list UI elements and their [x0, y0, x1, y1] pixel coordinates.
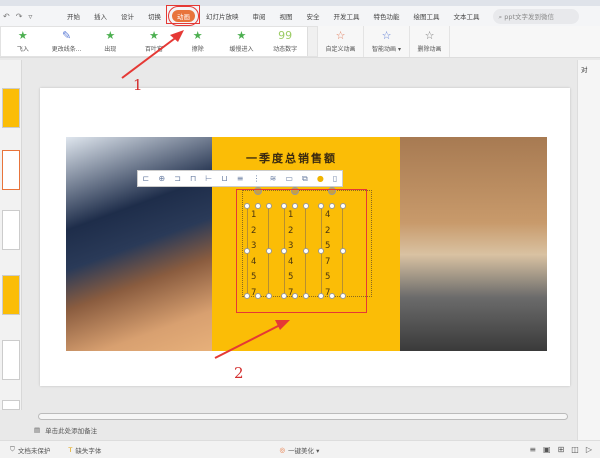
doc-protect-status[interactable]: 文档未保护 — [18, 445, 51, 455]
beautify-icon: ◎ — [279, 445, 286, 454]
missing-font-button[interactable]: 缺失字体 — [75, 445, 101, 455]
status-bar: ⛉ 文档未保护 T 缺失字体 ◎ 一键美化 ▾ ≡ ▣ ⊞ ◫ ▷ — [0, 440, 600, 458]
horizontal-scrollbar[interactable] — [38, 413, 568, 420]
slideshow-icon[interactable]: ▷ — [586, 445, 592, 454]
notes-view-icon[interactable]: ≡ — [529, 445, 536, 454]
annotation-arrows — [121, 30, 290, 359]
view-buttons: ≡ ▣ ⊞ ◫ ▷ — [529, 445, 592, 454]
arrow-1 — [121, 35, 179, 79]
beautify-button[interactable]: 一键美化 ▾ — [288, 445, 319, 455]
annotation-label-2: 2 — [234, 364, 244, 382]
comment-icon: ▤ — [34, 426, 41, 434]
sorter-view-icon[interactable]: ⊞ — [558, 445, 565, 454]
reading-view-icon[interactable]: ◫ — [571, 445, 579, 454]
normal-view-icon[interactable]: ▣ — [543, 445, 551, 454]
font-icon: T — [68, 445, 73, 454]
arrow-2-head — [275, 320, 290, 330]
shield-icon: ⛉ — [10, 445, 15, 453]
arrow-2 — [214, 323, 283, 359]
annotation-label-1: 1 — [133, 76, 143, 94]
right-panel: 对 — [577, 60, 600, 440]
notes-area[interactable]: ▤ 单击此处添加备注 — [22, 423, 577, 437]
